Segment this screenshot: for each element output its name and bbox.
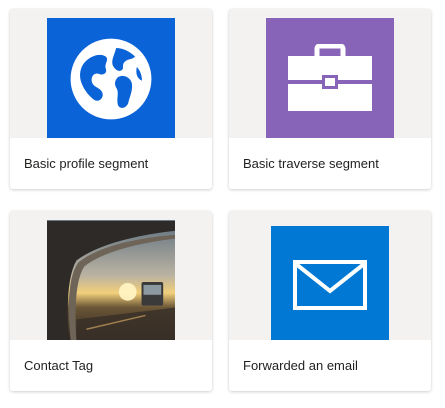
- globe-tile: [47, 18, 175, 140]
- card-thumbnail-area: [229, 9, 431, 140]
- card-contact-tag[interactable]: Contact Tag: [10, 211, 212, 391]
- envelope-icon: [293, 260, 367, 310]
- car-mirror-illustration: [47, 220, 175, 342]
- envelope-tile: [271, 226, 389, 344]
- globe-icon: [70, 38, 152, 120]
- card-basic-profile-segment[interactable]: Basic profile segment: [10, 9, 212, 189]
- car-mirror-photo: [47, 220, 175, 342]
- card-label: Basic profile segment: [10, 138, 212, 189]
- briefcase-icon: [288, 44, 372, 111]
- card-forwarded-an-email[interactable]: Forwarded an email: [229, 211, 431, 391]
- card-label: Forwarded an email: [229, 340, 431, 391]
- card-label: Basic traverse segment: [229, 138, 431, 189]
- card-thumbnail-area: [10, 9, 212, 140]
- card-thumbnail-area: [229, 211, 431, 344]
- briefcase-tile: [266, 18, 394, 140]
- card-thumbnail-area: [10, 211, 212, 342]
- card-basic-traverse-segment[interactable]: Basic traverse segment: [229, 9, 431, 189]
- card-label: Contact Tag: [10, 340, 212, 391]
